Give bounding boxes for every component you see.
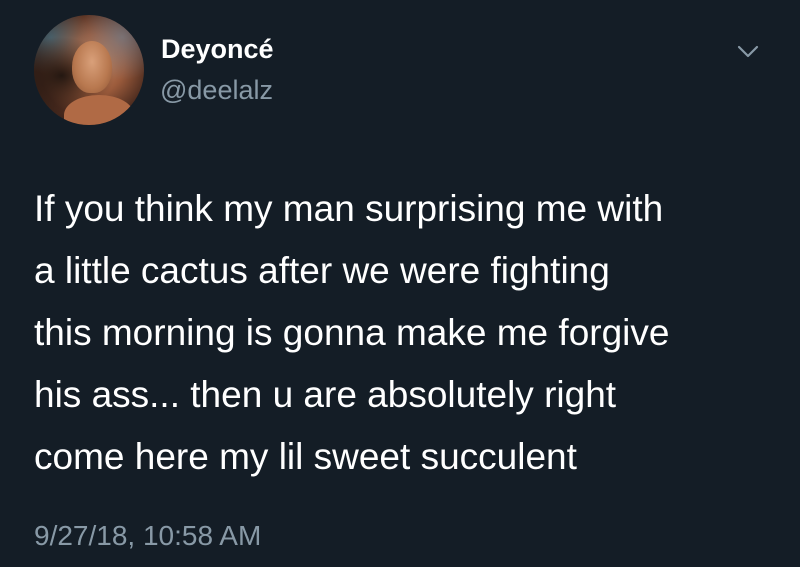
avatar[interactable] bbox=[34, 15, 144, 125]
chevron-down-icon[interactable] bbox=[735, 38, 761, 64]
avatar-face bbox=[72, 41, 112, 93]
author-handle[interactable]: @deelalz bbox=[160, 75, 273, 106]
tweet-text-line: If you think my man surprising me with bbox=[34, 188, 664, 229]
tweet-text-line: a little cactus after we were fighting bbox=[34, 250, 610, 291]
author-display-name[interactable]: Deyoncé bbox=[161, 34, 274, 65]
tweet-text-line: his ass... then u are absolutely right bbox=[34, 374, 617, 415]
tweet-text-line: this morning is gonna make me forgive bbox=[34, 312, 670, 353]
tweet-text-line: come here my lil sweet succulent bbox=[34, 436, 577, 477]
tweet-timestamp[interactable]: 9/27/18, 10:58 AM bbox=[34, 520, 261, 552]
tweet-text: If you think my man surprising me with a… bbox=[34, 178, 784, 488]
tweet-card: Deyoncé @deelalz If you think my man sur… bbox=[0, 0, 800, 567]
